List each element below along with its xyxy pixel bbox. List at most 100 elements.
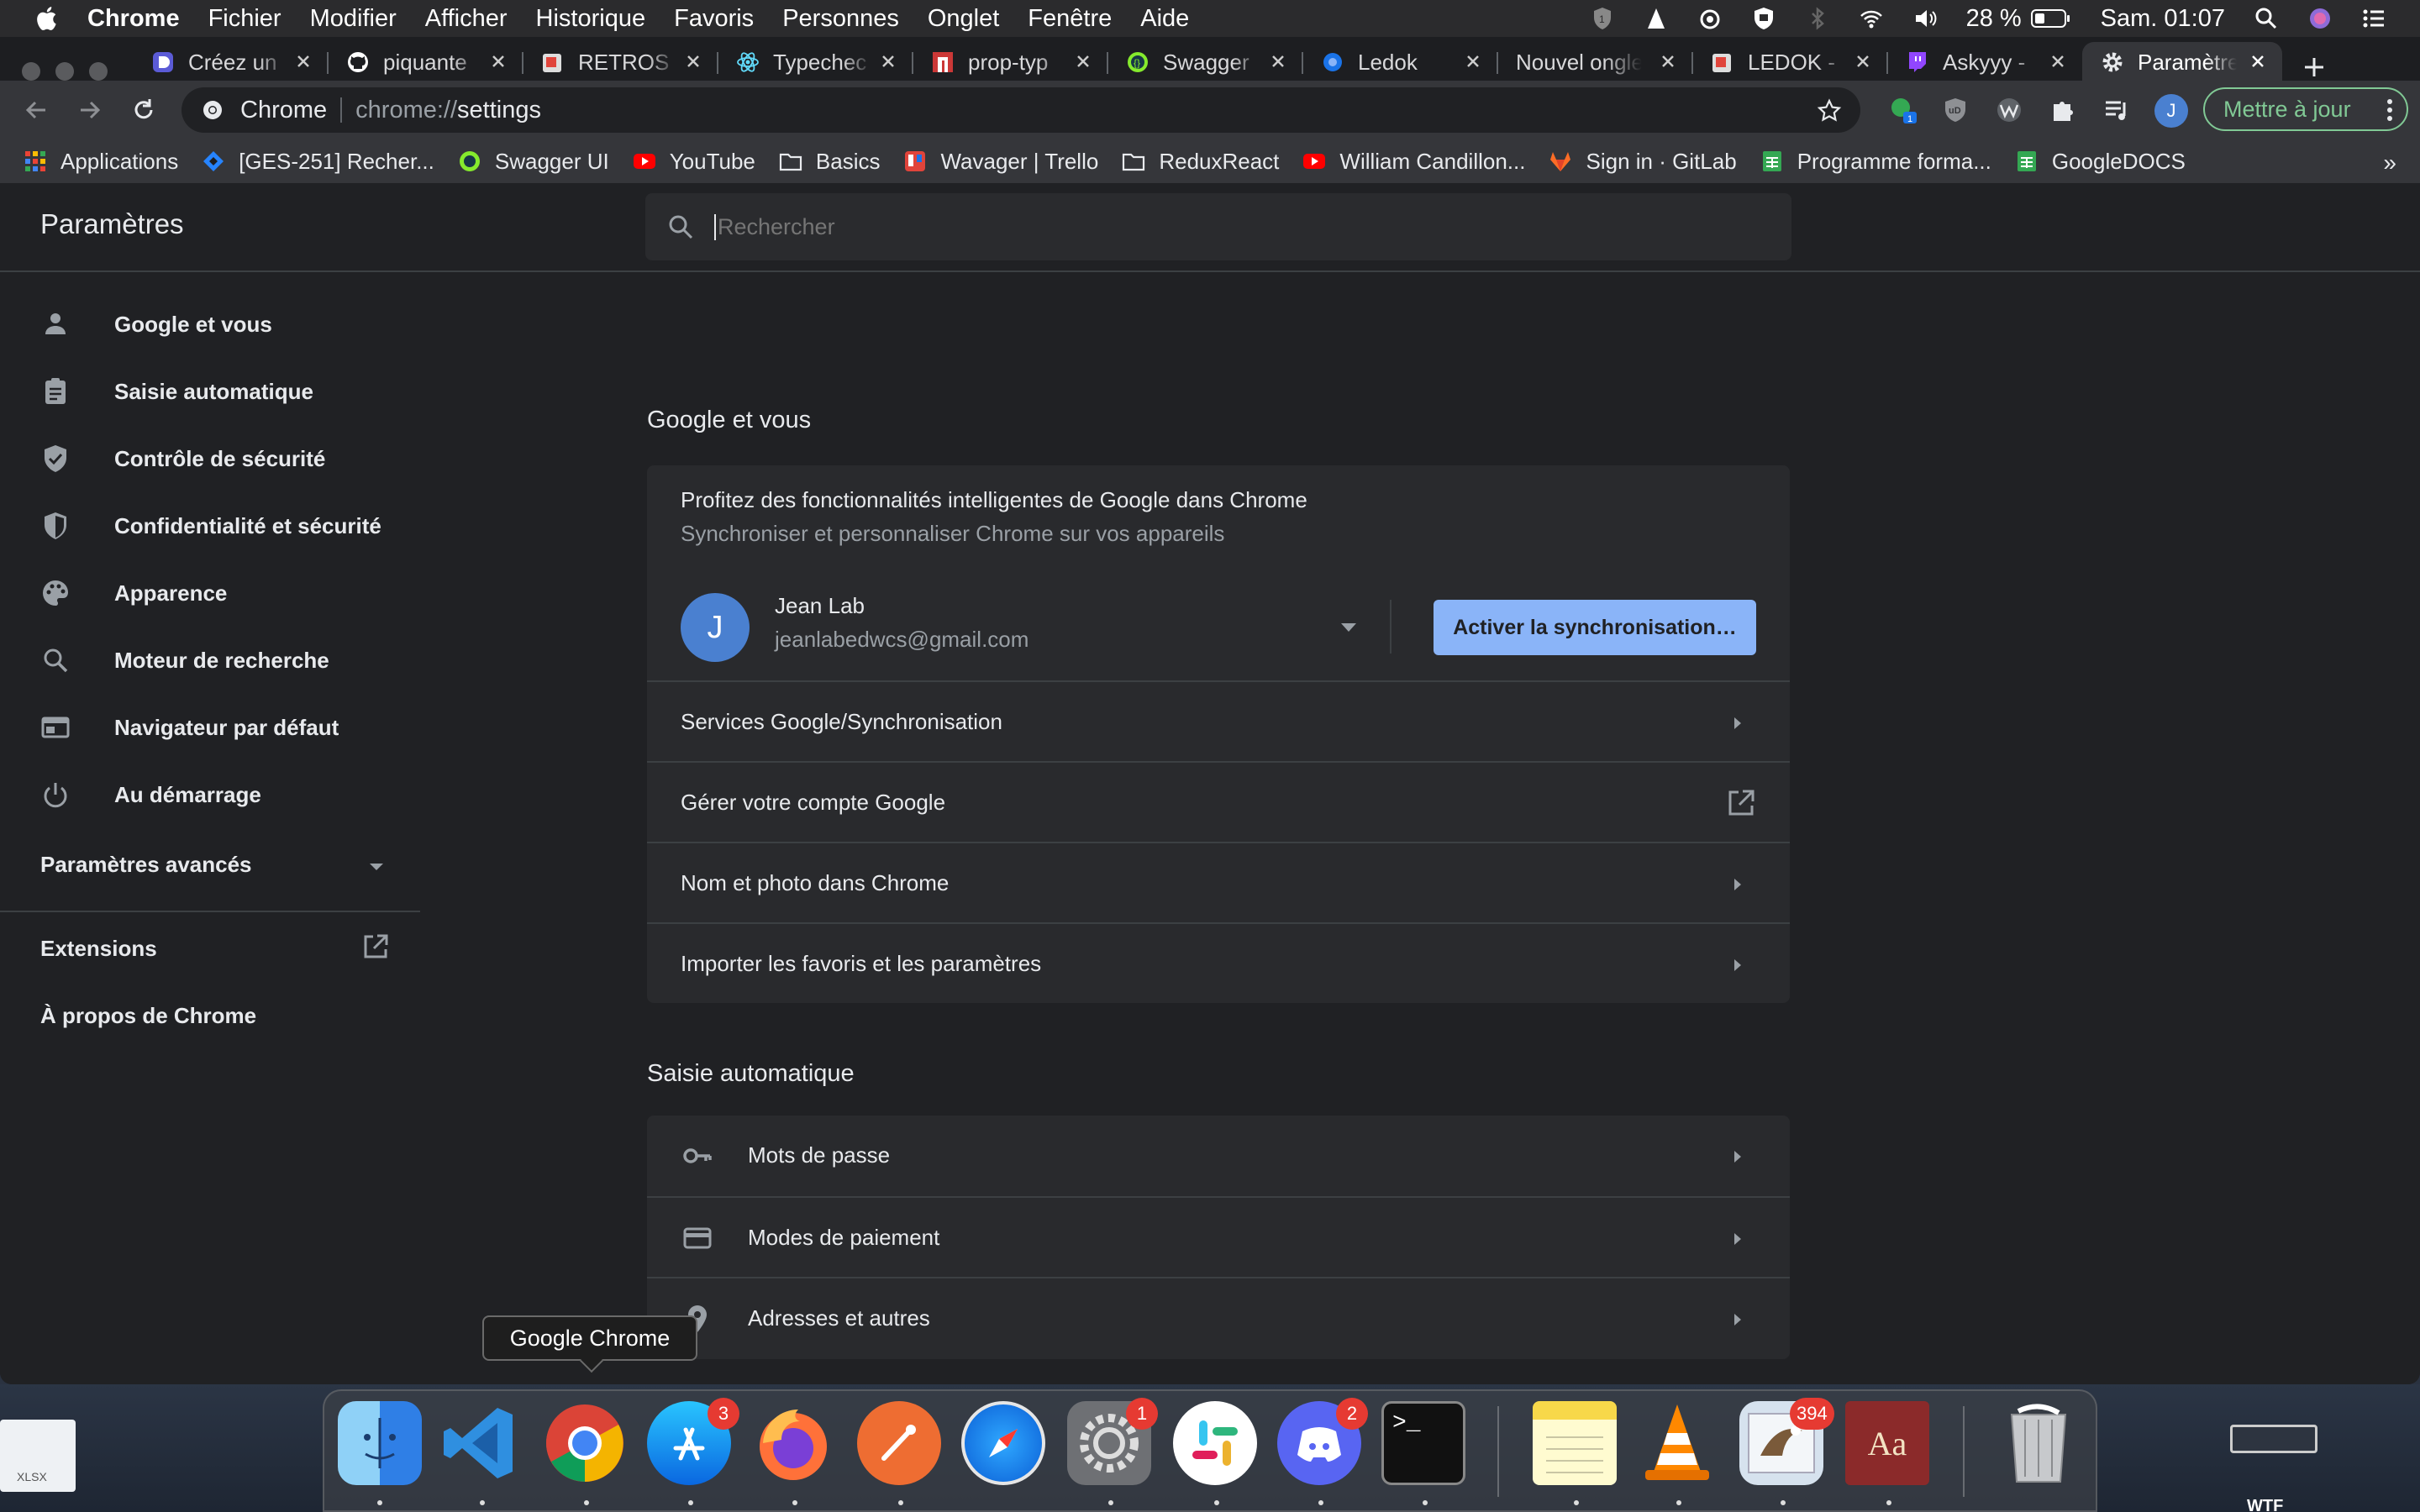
safari-icon[interactable] (961, 1401, 1045, 1485)
menu-modifier[interactable]: Modifier (310, 5, 397, 33)
desktop-file-xlsx[interactable]: XLSX (0, 1420, 76, 1492)
menu-app-name[interactable]: Chrome (87, 5, 180, 33)
apple-icon[interactable] (34, 4, 62, 33)
menu-personnes[interactable]: Personnes (782, 5, 899, 33)
account-dropdown-icon[interactable] (1339, 622, 1358, 633)
menu-aide[interactable]: Aide (1140, 5, 1189, 33)
search-input[interactable] (714, 213, 1723, 240)
tab-settings[interactable]: Paramètres (2082, 42, 2282, 82)
bookmark-applications[interactable]: Applications (24, 149, 178, 175)
close-tab-icon[interactable] (2049, 52, 2067, 71)
menu-fichier[interactable]: Fichier (208, 5, 281, 33)
close-tab-icon[interactable] (2249, 52, 2267, 71)
dictionary-icon[interactable]: Aa (1845, 1401, 1929, 1485)
battery-percent[interactable]: 28 % (1966, 5, 2022, 33)
menu-onglet[interactable]: Onglet (928, 5, 999, 33)
sidebar-item-on-startup[interactable]: Au démarrage (0, 764, 420, 825)
bluetooth-icon[interactable] (1805, 6, 1830, 31)
shield-status-icon[interactable] (1751, 6, 1776, 31)
tab[interactable]: piquante (328, 42, 523, 82)
sidebar-item-search-engine[interactable]: Moteur de recherche (0, 630, 420, 690)
tab[interactable]: RETROS (523, 42, 718, 82)
row-manage-account[interactable]: Gérer votre compte Google (647, 761, 1790, 842)
terminal-icon[interactable]: >_ (1381, 1401, 1465, 1485)
close-tab-icon[interactable] (294, 52, 313, 71)
siri-icon[interactable] (2307, 6, 2333, 31)
profile-avatar-button[interactable]: J (2154, 94, 2188, 128)
sidebar-item-google[interactable]: Google et vous (0, 294, 420, 354)
wifi-icon[interactable] (1859, 6, 1884, 31)
settings-search[interactable] (645, 193, 1791, 260)
spotlight-search-icon[interactable] (2254, 6, 2279, 31)
row-import-bookmarks[interactable]: Importer les favoris et les paramètres (647, 922, 1790, 1003)
close-tab-icon[interactable] (1854, 52, 1872, 71)
close-tab-icon[interactable] (1659, 52, 1677, 71)
minimize-window-button[interactable] (55, 62, 74, 81)
about-chrome-link[interactable]: À propos de Chrome (40, 1003, 256, 1029)
sidebar-item-autofill[interactable]: Saisie automatique (0, 361, 420, 422)
tab[interactable]: Askyyy - (1887, 42, 2082, 82)
tab[interactable]: Nouvel ongle (1497, 42, 1693, 82)
forward-arrow-icon[interactable] (76, 96, 104, 124)
more-vertical-icon[interactable] (2386, 98, 2393, 122)
menu-favoris[interactable]: Favoris (674, 5, 754, 33)
chevron-down-icon[interactable] (366, 860, 387, 874)
clock[interactable]: Sam. 01:07 (2101, 5, 2225, 33)
password-manager-icon[interactable]: 1 (1590, 6, 1615, 31)
close-window-button[interactable] (22, 62, 40, 81)
row-addresses[interactable]: Adresses et autres (647, 1277, 1790, 1357)
desktop-window-thumbnail[interactable] (2230, 1425, 2317, 1453)
reload-icon[interactable] (129, 96, 158, 124)
row-passwords[interactable]: Mots de passe (647, 1116, 1790, 1194)
trash-icon[interactable] (1996, 1401, 2081, 1485)
wappalyzer-icon[interactable] (1995, 96, 2023, 124)
close-tab-icon[interactable] (1269, 52, 1287, 71)
back-arrow-icon[interactable] (22, 96, 50, 124)
puzzle-extensions-icon[interactable] (2049, 96, 2077, 124)
bookmark-jira[interactable]: [GES-251] Recher... (202, 149, 434, 175)
tab[interactable]: prop-typ (913, 42, 1108, 82)
bookmark-star-icon[interactable] (1817, 98, 1842, 123)
bookmark-gitlab[interactable]: Sign in · GitLab (1549, 149, 1737, 175)
firefox-icon[interactable] (751, 1401, 835, 1485)
extension-green-icon[interactable]: 1 (1889, 96, 1918, 124)
tab[interactable]: Créez un (133, 42, 329, 82)
row-google-services[interactable]: Services Google/Synchronisation (647, 680, 1790, 761)
extensions-link[interactable]: Extensions (40, 936, 157, 962)
ublock-icon[interactable]: uD (1941, 96, 1970, 124)
bookmark-trello[interactable]: Wavager | Trello (903, 149, 1098, 175)
close-tab-icon[interactable] (684, 52, 702, 71)
battery-icon[interactable] (2030, 8, 2072, 29)
open-in-new-icon[interactable] (361, 932, 390, 961)
tab[interactable]: Typechec (718, 42, 913, 82)
bookmark-googledocs[interactable]: GoogleDOCS (2015, 149, 2186, 175)
sidebar-item-default-browser[interactable]: Navigateur par défaut (0, 697, 420, 758)
bookmark-folder-reduxreact[interactable]: ReduxReact (1122, 149, 1279, 175)
media-controls-icon[interactable] (2102, 96, 2131, 124)
bookmark-swagger[interactable]: Swagger UI (458, 149, 609, 175)
volume-icon[interactable] (1912, 6, 1938, 31)
new-tab-plus-icon[interactable] (2301, 54, 2328, 81)
row-payment-methods[interactable]: Modes de paiement (647, 1196, 1790, 1277)
chrome-dock-icon[interactable] (543, 1401, 627, 1485)
row-name-and-photo[interactable]: Nom et photo dans Chrome (647, 842, 1790, 922)
tab[interactable]: Ledok (1302, 42, 1498, 82)
bookmark-youtube[interactable]: YouTube (633, 149, 755, 175)
close-tab-icon[interactable] (879, 52, 897, 71)
bookmark-programme[interactable]: Programme forma... (1760, 149, 1991, 175)
bookmarks-overflow-button[interactable]: » (2383, 150, 2396, 176)
advanced-settings-toggle[interactable]: Paramètres avancés (40, 852, 252, 878)
postman-icon[interactable] (857, 1401, 941, 1485)
menu-fenetre[interactable]: Fenêtre (1028, 5, 1112, 33)
close-tab-icon[interactable] (489, 52, 508, 71)
address-bar[interactable]: Chrome chrome:// settings (182, 87, 1860, 133)
creative-cloud-icon[interactable] (1697, 6, 1723, 31)
bookmark-william-candillon[interactable]: William Candillon... (1302, 149, 1525, 175)
menu-afficher[interactable]: Afficher (425, 5, 508, 33)
bookmark-folder-basics[interactable]: Basics (779, 149, 880, 175)
sidebar-item-appearance[interactable]: Apparence (0, 563, 420, 623)
close-tab-icon[interactable] (1464, 52, 1482, 71)
finder-icon[interactable] (338, 1401, 422, 1485)
vlc-status-icon[interactable] (1644, 6, 1669, 31)
vscode-icon[interactable] (439, 1401, 523, 1485)
